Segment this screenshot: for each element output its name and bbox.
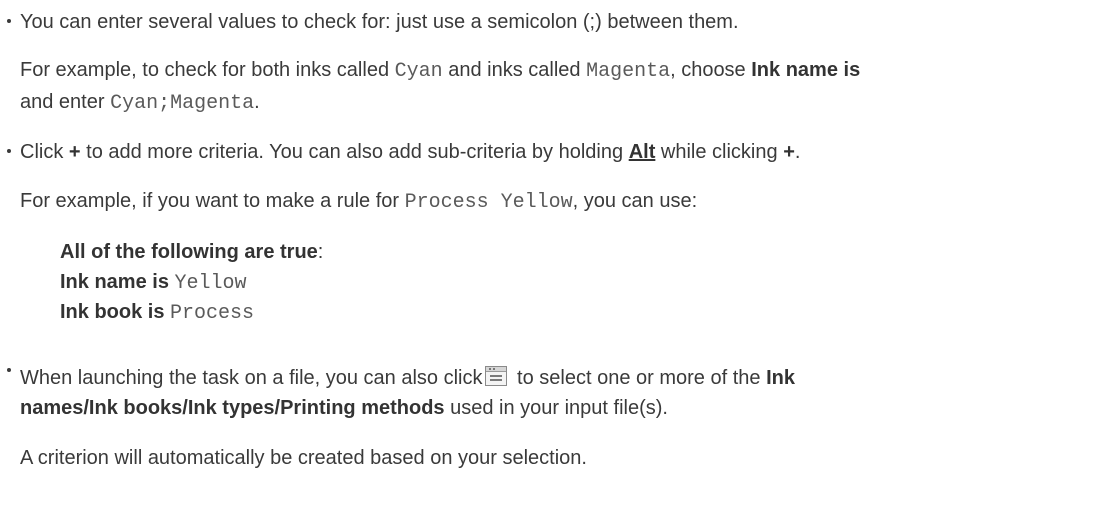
alt-key: Alt: [628, 141, 656, 163]
ink-terms: names/Ink books/Ink types/Printing metho…: [20, 397, 445, 419]
plus-symbol: +: [783, 141, 795, 163]
bullet-marker: [7, 149, 11, 153]
code-process-yellow: Process Yellow: [404, 191, 573, 214]
list-window-icon[interactable]: [485, 366, 508, 386]
example-text: and enter: [20, 91, 111, 113]
code-process: Process: [170, 302, 255, 325]
bullet3-text: When launching the task on a file, you c…: [20, 367, 483, 389]
bullet3-line1: When launching the task on a file, you c…: [20, 364, 795, 392]
rule-line-ink-name: Ink name is Yellow: [60, 268, 247, 298]
rule-ink-name-is: Ink name is: [60, 271, 169, 293]
example-text: .: [254, 91, 260, 113]
example-text: For example, if you want to make a rule …: [20, 190, 405, 212]
bullet1-example-line1: For example, to check for both inks call…: [20, 56, 860, 86]
criterion-text: A criterion will automatically be create…: [20, 447, 587, 469]
bullet1-sentence: You can enter several values to check fo…: [20, 11, 739, 33]
bullet2-text-part: to add more criteria. You can also add s…: [80, 141, 629, 163]
rule-line-ink-book: Ink book is Process: [60, 298, 254, 328]
bullet-marker: [7, 19, 11, 23]
bullet3-text: used in your input file(s).: [444, 397, 668, 419]
ink-names-term: Ink: [766, 367, 795, 389]
example-text: and inks called: [442, 59, 587, 81]
bullet2-text-part: Click: [20, 141, 69, 163]
rule-colon: :: [317, 241, 324, 263]
bullet1-text: You can enter several values to check fo…: [20, 8, 739, 36]
rule-all-true: All of the following are true: [60, 241, 318, 263]
rule-ink-book-is: Ink book is: [60, 301, 165, 323]
bullet3-line2: names/Ink books/Ink types/Printing metho…: [20, 394, 668, 422]
code-cyan: Cyan: [394, 60, 443, 83]
example-text: , choose: [670, 59, 752, 81]
bullet-marker: [7, 368, 11, 372]
example-text: , you can use:: [572, 190, 698, 212]
code-cyan-magenta: Cyan;Magenta: [110, 92, 255, 115]
example-text: For example, to check for both inks call…: [20, 59, 395, 81]
rule-line-all: All of the following are true:: [60, 238, 323, 266]
plus-symbol: +: [68, 141, 81, 163]
bullet3-criterion: A criterion will automatically be create…: [20, 444, 587, 472]
bullet1-example-line2: and enter Cyan;Magenta.: [20, 88, 260, 118]
ink-name-is-term: Ink name is: [751, 59, 861, 81]
code-yellow: Yellow: [174, 272, 247, 295]
bullet2-text: Click + to add more criteria. You can al…: [20, 138, 800, 166]
bullet3-text: to select one or more of the: [511, 367, 767, 389]
bullet2-text-part: while clicking: [655, 141, 784, 163]
bullet2-example-line: For example, if you want to make a rule …: [20, 187, 697, 217]
bullet2-text-part: .: [794, 141, 801, 163]
code-magenta: Magenta: [586, 60, 671, 83]
